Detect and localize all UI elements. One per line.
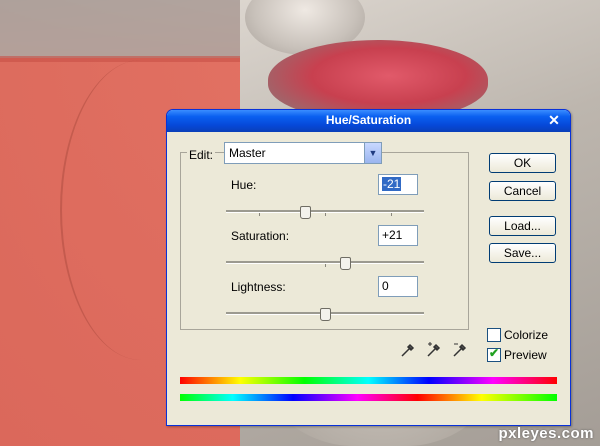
preview-label: Preview	[504, 348, 547, 362]
ok-button[interactable]: OK	[489, 153, 556, 173]
lightness-label: Lightness:	[231, 280, 286, 294]
preview-checkbox[interactable]: ✔	[487, 346, 501, 362]
load-button[interactable]: Load...	[489, 216, 556, 236]
eyedropper-icon[interactable]	[400, 342, 416, 358]
checkmark-icon: ✔	[489, 346, 500, 360]
input-spectrum-bar	[180, 377, 557, 384]
watermark: pxleyes.com	[498, 425, 594, 442]
chevron-down-icon[interactable]: ▼	[364, 143, 381, 163]
saturation-slider-thumb[interactable]	[339, 257, 351, 270]
edit-select[interactable]: Master ▼	[224, 142, 382, 164]
hue-saturation-dialog: Hue/Saturation ✕ Edit: Master ▼ Hue: -21…	[166, 109, 571, 426]
close-button[interactable]: ✕	[546, 112, 562, 128]
edit-select-value: Master	[229, 146, 266, 160]
eyedropper-plus-icon[interactable]	[426, 342, 442, 358]
adjustment-group	[180, 152, 469, 330]
dialog-titlebar[interactable]: Hue/Saturation ✕	[167, 110, 570, 132]
lightness-value: 0	[382, 279, 389, 293]
colorize-checkbox[interactable]	[487, 328, 501, 342]
saturation-value: +21	[382, 228, 403, 242]
output-spectrum-bar	[180, 394, 557, 401]
lightness-slider-thumb[interactable]	[320, 308, 331, 321]
saturation-label: Saturation:	[231, 229, 290, 243]
dialog-title: Hue/Saturation	[325, 113, 412, 127]
hue-input[interactable]: -21	[378, 174, 418, 195]
hue-slider-thumb[interactable]	[300, 206, 312, 219]
save-button[interactable]: Save...	[489, 243, 556, 263]
lightness-input[interactable]: 0	[378, 276, 418, 297]
edit-label: Edit:	[187, 148, 216, 162]
eyedropper-minus-icon[interactable]	[452, 342, 468, 358]
saturation-input[interactable]: +21	[378, 225, 418, 246]
hue-value: -21	[382, 177, 402, 191]
cancel-button[interactable]: Cancel	[489, 181, 556, 201]
colorize-label: Colorize	[504, 328, 549, 342]
hue-label: Hue:	[231, 178, 257, 192]
